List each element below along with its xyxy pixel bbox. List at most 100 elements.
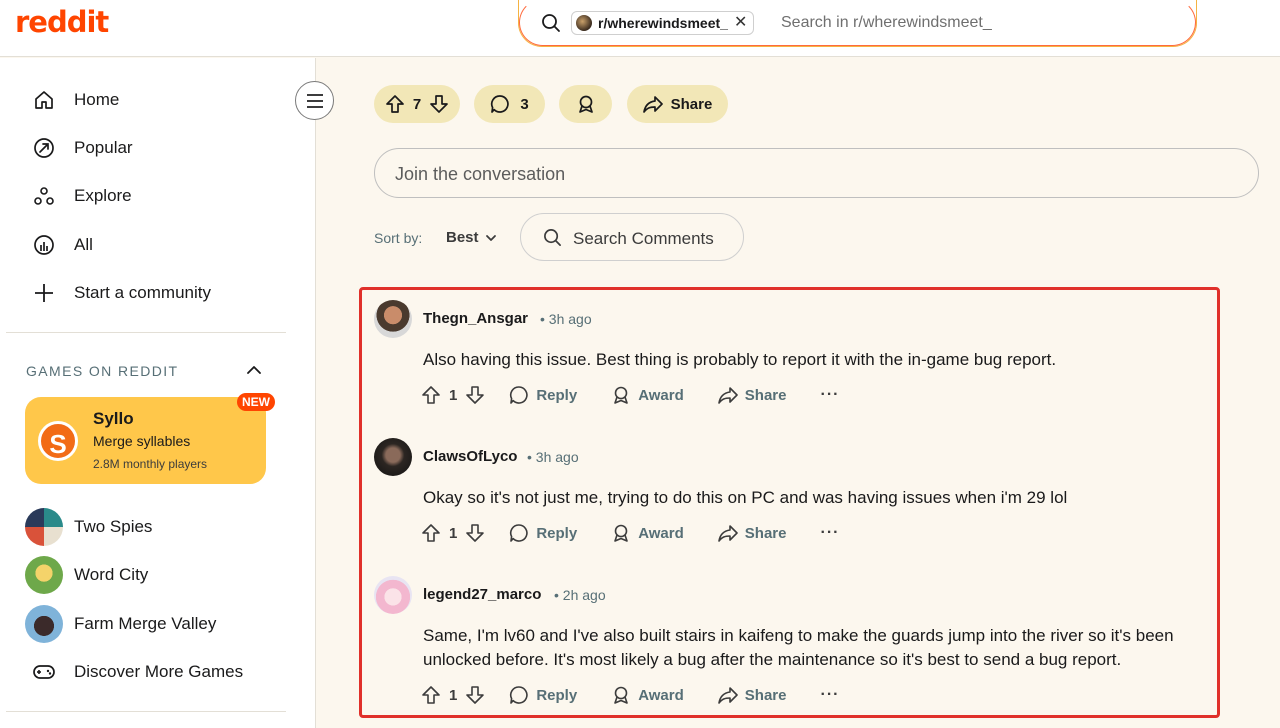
sidebar-item-start-community[interactable]: Start a community xyxy=(32,281,211,305)
join-placeholder: Join the conversation xyxy=(395,164,566,184)
reply-button[interactable]: Reply xyxy=(509,685,577,705)
sidebar-divider xyxy=(6,332,286,333)
award-button[interactable] xyxy=(559,85,612,123)
award-label: Award xyxy=(638,386,684,404)
sidebar-item-popular[interactable]: Popular xyxy=(32,136,133,160)
reddit-logo[interactable]: reddit xyxy=(15,5,109,39)
farm-merge-valley-icon xyxy=(25,605,63,643)
comment-timestamp[interactable]: • 2h ago xyxy=(554,587,606,603)
close-icon[interactable]: ✕ xyxy=(734,15,747,31)
games-section-title[interactable]: GAMES ON REDDIT xyxy=(26,363,178,379)
promo-title: Syllo xyxy=(93,409,134,428)
reply-button[interactable]: Reply xyxy=(509,385,577,405)
chevron-down-icon xyxy=(485,232,497,244)
award-icon xyxy=(611,523,631,543)
collapse-sidebar-button[interactable] xyxy=(295,81,334,120)
search-comments-placeholder: Search Comments xyxy=(573,229,714,248)
search-input[interactable]: Search in r/wherewindsmeet_ xyxy=(781,14,992,32)
more-options-icon[interactable]: ··· xyxy=(820,686,839,704)
sidebar-item-home[interactable]: Home xyxy=(32,88,119,112)
share-button[interactable]: Share xyxy=(717,385,786,405)
sidebar-item-label: Home xyxy=(74,90,120,109)
award-button[interactable]: Award xyxy=(611,685,684,705)
sidebar-item-label: Word City xyxy=(74,565,149,584)
popular-icon xyxy=(32,136,56,160)
comment-username[interactable]: legend27_marco xyxy=(423,586,541,603)
word-city-icon xyxy=(25,556,63,594)
downvote-icon[interactable] xyxy=(465,685,485,705)
syllo-logo: S xyxy=(38,421,78,461)
share-label: Share xyxy=(744,686,787,704)
comment-icon xyxy=(509,685,529,705)
menu-icon xyxy=(306,93,324,109)
gamepad-icon xyxy=(25,653,63,691)
comment-vote-group: 1 xyxy=(421,523,485,543)
award-label: Award xyxy=(638,524,684,542)
search-icon xyxy=(543,228,562,247)
sort-dropdown[interactable]: Best xyxy=(446,229,497,246)
comment-count: 3 xyxy=(520,95,529,113)
avatar[interactable] xyxy=(374,438,412,476)
upvote-icon[interactable] xyxy=(421,685,441,705)
sidebar-item-label: Explore xyxy=(74,186,132,205)
upvote-icon[interactable] xyxy=(421,385,441,405)
sidebar-item-all[interactable]: All xyxy=(32,233,93,257)
comment-timestamp[interactable]: • 3h ago xyxy=(527,449,579,465)
award-label: Award xyxy=(638,686,684,704)
sidebar-divider xyxy=(6,711,286,712)
downvote-icon[interactable] xyxy=(465,523,485,543)
two-spies-icon xyxy=(25,508,63,546)
award-button[interactable]: Award xyxy=(611,385,684,405)
avatar[interactable] xyxy=(374,300,412,338)
join-conversation-input[interactable]: Join the conversation xyxy=(374,148,1259,198)
search-comments-input[interactable]: Search Comments xyxy=(520,213,744,261)
chevron-up-icon[interactable] xyxy=(246,362,262,378)
more-options-icon[interactable]: ··· xyxy=(820,524,839,542)
share-label: Share xyxy=(670,95,713,113)
plus-icon xyxy=(32,281,56,305)
comment-timestamp[interactable]: • 3h ago xyxy=(540,311,592,327)
subreddit-avatar xyxy=(576,15,592,31)
upvote-icon[interactable] xyxy=(421,523,441,543)
sidebar-item-label: Discover More Games xyxy=(74,662,244,681)
promo-subtitle: Merge syllables xyxy=(93,433,191,449)
sidebar-item-two-spies[interactable]: Two Spies xyxy=(25,508,152,546)
sidebar-item-discover-games[interactable]: Discover More Games xyxy=(25,653,243,691)
subreddit-filter-chip[interactable]: r/wherewindsmeet_ ✕ xyxy=(571,11,755,35)
avatar[interactable] xyxy=(374,576,412,614)
comment-username[interactable]: Thegn_Ansgar xyxy=(423,310,528,327)
sidebar-item-word-city[interactable]: Word City xyxy=(25,556,148,594)
upvote-icon[interactable] xyxy=(385,94,405,114)
comment-body: Same, I'm lv60 and I've also built stair… xyxy=(423,626,1174,669)
all-icon xyxy=(32,233,56,257)
subreddit-chip-label: r/wherewindsmeet_ xyxy=(598,15,728,31)
search-bar[interactable]: r/wherewindsmeet_ ✕ Search in r/wherewin… xyxy=(518,0,1197,47)
share-button[interactable]: Share xyxy=(717,685,787,705)
more-options-icon[interactable]: ··· xyxy=(820,386,839,404)
share-button[interactable]: Share xyxy=(627,85,728,123)
syllo-game-card[interactable]: S Syllo Merge syllables 2.8M monthly pla… xyxy=(25,397,266,484)
comment-vote-count: 1 xyxy=(449,524,458,542)
reply-button[interactable]: Reply xyxy=(509,523,577,543)
promo-players: 2.8M monthly players xyxy=(93,457,208,471)
downvote-icon[interactable] xyxy=(465,385,485,405)
comment-vote-count: 1 xyxy=(449,386,458,404)
share-button[interactable]: Share xyxy=(717,523,787,543)
comment-vote-group: 1 xyxy=(421,685,485,705)
comment-body: Also having this issue. Best thing is pr… xyxy=(423,350,1057,369)
sidebar-item-label: All xyxy=(74,235,93,254)
share-label: Share xyxy=(744,524,787,542)
comment-actions: 1 Reply Award Share ··· xyxy=(421,523,839,543)
comment-vote-count: 1 xyxy=(449,686,458,704)
share-icon xyxy=(717,685,738,705)
comment-username[interactable]: ClawsOfLyco xyxy=(423,448,517,465)
search-icon xyxy=(541,13,561,33)
sidebar-item-farm-merge-valley[interactable]: Farm Merge Valley xyxy=(25,605,216,643)
downvote-icon[interactable] xyxy=(429,94,449,114)
sidebar-item-explore[interactable]: Explore xyxy=(32,184,132,208)
reply-label: Reply xyxy=(536,686,578,704)
award-button[interactable]: Award xyxy=(611,523,684,543)
comment-icon xyxy=(490,94,510,114)
comment-thread-item: Thegn_Ansgar • 3h ago Also having this i… xyxy=(374,300,1214,420)
comments-button[interactable]: 3 xyxy=(474,85,545,123)
